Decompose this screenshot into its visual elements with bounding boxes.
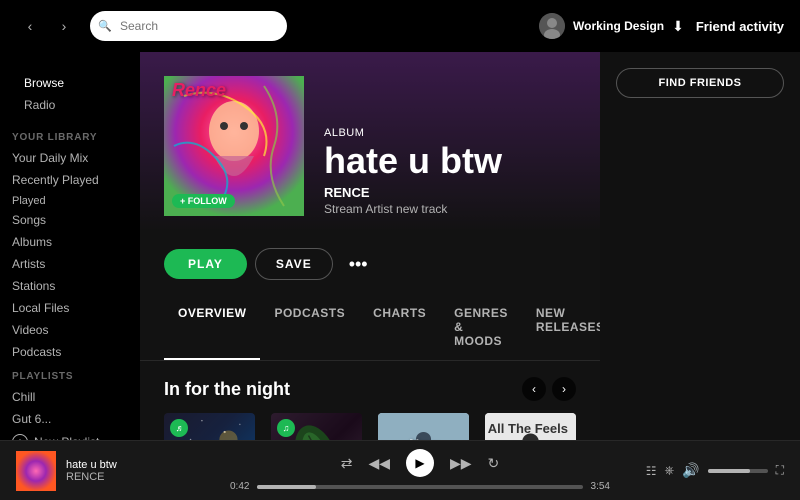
sidebar: Browse Radio YOUR LIBRARY Your Daily Mix… bbox=[0, 52, 140, 440]
now-playing-title: hate u btw bbox=[66, 459, 117, 471]
sidebar-item-radio[interactable]: Radio bbox=[12, 94, 128, 116]
forward-button[interactable]: › bbox=[50, 12, 78, 40]
current-time: 0:42 bbox=[230, 481, 249, 492]
card-evening-chill[interactable]: ♫ Evening Chill Elevate your evening and… bbox=[271, 413, 362, 440]
more-options-button[interactable]: ••• bbox=[341, 250, 376, 279]
queue-button[interactable]: ☷ bbox=[646, 464, 657, 478]
next-button[interactable]: ▶▶ bbox=[450, 455, 472, 472]
avatar bbox=[539, 13, 565, 39]
prev-button[interactable]: ◀◀ bbox=[368, 455, 390, 472]
card-image-newmusic: ♫ bbox=[378, 413, 469, 440]
section-next-button[interactable]: › bbox=[552, 377, 576, 401]
app-container: ‹ › Working Design ⬇ Friend activity Bro bbox=[0, 0, 800, 500]
sidebar-item-videos[interactable]: Videos bbox=[0, 319, 140, 341]
card-image-sleep: ♫ Sleep bbox=[164, 413, 255, 440]
now-playing-thumbnail bbox=[16, 451, 56, 491]
find-friends-button[interactable]: FIND FRIENDS bbox=[616, 68, 784, 98]
nav-tabs: OVERVIEW PODCASTS CHARTS GENRES & MOODS … bbox=[140, 296, 600, 361]
section-header: In for the night ‹ › bbox=[140, 361, 600, 413]
repeat-button[interactable]: ↻ bbox=[488, 455, 500, 472]
control-buttons: ⇄ ◀◀ ▶ ▶▶ ↻ bbox=[341, 449, 500, 477]
newmusic-overlay-title: New Music bbox=[401, 436, 447, 441]
now-playing-artist: RENCE bbox=[66, 471, 117, 483]
album-art-image: Rence + FOLLOW bbox=[164, 76, 304, 216]
sidebar-item-podcasts[interactable]: Podcasts bbox=[0, 341, 140, 363]
card-new-music-friday[interactable]: ♫ bbox=[378, 413, 469, 440]
cards-row: ♫ Sleep bbox=[140, 413, 600, 440]
card-image-evening: ♫ bbox=[271, 413, 362, 440]
sidebar-item-songs[interactable]: Songs bbox=[0, 209, 140, 231]
sidebar-item-stations[interactable]: Stations bbox=[0, 275, 140, 297]
now-playing-text: hate u btw RENCE bbox=[66, 459, 117, 483]
download-icon: ⬇ bbox=[672, 18, 684, 35]
album-description: Stream Artist new track bbox=[324, 202, 576, 216]
tab-overview[interactable]: OVERVIEW bbox=[164, 296, 260, 360]
tab-new-releases[interactable]: NEW RELEASES bbox=[522, 296, 600, 360]
fullscreen-button[interactable]: ⛶ bbox=[776, 463, 784, 478]
album-hero: Rence + FOLLOW ALBUM hate u btw RENCE St… bbox=[140, 52, 600, 232]
volume-button[interactable]: 🔊 bbox=[682, 462, 699, 479]
volume-bar[interactable] bbox=[708, 469, 768, 473]
section-title: In for the night bbox=[164, 379, 290, 400]
sidebar-item-daily-mix[interactable]: Your Daily Mix bbox=[0, 147, 140, 169]
user-area: Working Design ⬇ bbox=[539, 13, 684, 39]
save-button[interactable]: SAVE bbox=[255, 248, 333, 280]
devices-button[interactable]: ⎈ bbox=[665, 463, 675, 478]
tab-charts[interactable]: CHARTS bbox=[359, 296, 440, 360]
sidebar-item-albums[interactable]: Albums bbox=[0, 231, 140, 253]
sidebar-item-local-files[interactable]: Local Files bbox=[0, 297, 140, 319]
right-panel: FIND FRIENDS bbox=[600, 52, 800, 440]
nav-arrows: ‹ › bbox=[16, 12, 78, 40]
main-area: Browse Radio YOUR LIBRARY Your Daily Mix… bbox=[0, 52, 800, 440]
play-button[interactable]: PLAY bbox=[164, 249, 247, 279]
album-info: ALBUM hate u btw RENCE Stream Artist new… bbox=[324, 127, 576, 216]
now-playing-info: hate u btw RENCE bbox=[16, 451, 216, 491]
sidebar-playlists-label: PLAYLISTS bbox=[0, 363, 140, 386]
card-sleep[interactable]: ♫ Sleep bbox=[164, 413, 255, 440]
play-pause-button[interactable]: ▶ bbox=[406, 449, 434, 477]
search-input[interactable] bbox=[90, 11, 287, 41]
progress-area: 0:42 3:54 bbox=[230, 481, 610, 492]
album-art: Rence + FOLLOW bbox=[164, 76, 304, 216]
player-controls: ⇄ ◀◀ ▶ ▶▶ ↻ 0:42 3:54 bbox=[216, 449, 624, 492]
played-label: Played bbox=[0, 193, 140, 209]
content-area: Rence + FOLLOW ALBUM hate u btw RENCE St… bbox=[140, 52, 600, 440]
card-all-the-feels[interactable]: ♫ bbox=[485, 413, 576, 440]
section-nav: ‹ › bbox=[522, 377, 576, 401]
section-prev-button[interactable]: ‹ bbox=[522, 377, 546, 401]
tab-podcasts[interactable]: PODCASTS bbox=[260, 296, 359, 360]
total-time: 3:54 bbox=[591, 481, 610, 492]
album-type-label: ALBUM bbox=[324, 127, 576, 139]
sidebar-item-artists[interactable]: Artists bbox=[0, 253, 140, 275]
sidebar-browse-section: Browse Radio bbox=[0, 64, 140, 124]
bottom-bar: hate u btw RENCE ⇄ ◀◀ ▶ ▶▶ ↻ 0:42 3:54 bbox=[0, 440, 800, 500]
sidebar-playlist-chill[interactable]: Chill bbox=[0, 386, 140, 408]
top-bar: ‹ › Working Design ⬇ Friend activity bbox=[0, 0, 800, 52]
album-actions: PLAY SAVE ••• bbox=[140, 232, 600, 296]
album-artist: RENCE bbox=[324, 185, 576, 200]
friend-activity-title: Friend activity bbox=[696, 19, 784, 34]
right-controls: ☷ ⎈ 🔊 ⛶ bbox=[624, 462, 784, 479]
sidebar-playlist-gut6[interactable]: Gut 6... bbox=[0, 408, 140, 430]
progress-fill bbox=[257, 485, 316, 489]
progress-bar[interactable] bbox=[257, 485, 582, 489]
search-wrap bbox=[90, 11, 287, 41]
allfeels-overlay-text: All The Feels bbox=[488, 421, 568, 436]
back-button[interactable]: ‹ bbox=[16, 12, 44, 40]
new-playlist-button[interactable]: + New Playlist bbox=[0, 430, 140, 440]
username-label: Working Design bbox=[573, 19, 664, 33]
card-image-allfeels: ♫ bbox=[485, 413, 576, 440]
sidebar-item-recently-played[interactable]: Recently Played bbox=[0, 169, 140, 191]
sidebar-library-label: YOUR LIBRARY bbox=[0, 124, 140, 147]
shuffle-button[interactable]: ⇄ bbox=[341, 455, 353, 472]
album-title: hate u btw bbox=[324, 143, 576, 179]
sidebar-item-browse[interactable]: Browse bbox=[12, 72, 128, 94]
tab-genres-moods[interactable]: GENRES & MOODS bbox=[440, 296, 522, 360]
volume-fill bbox=[708, 469, 750, 473]
